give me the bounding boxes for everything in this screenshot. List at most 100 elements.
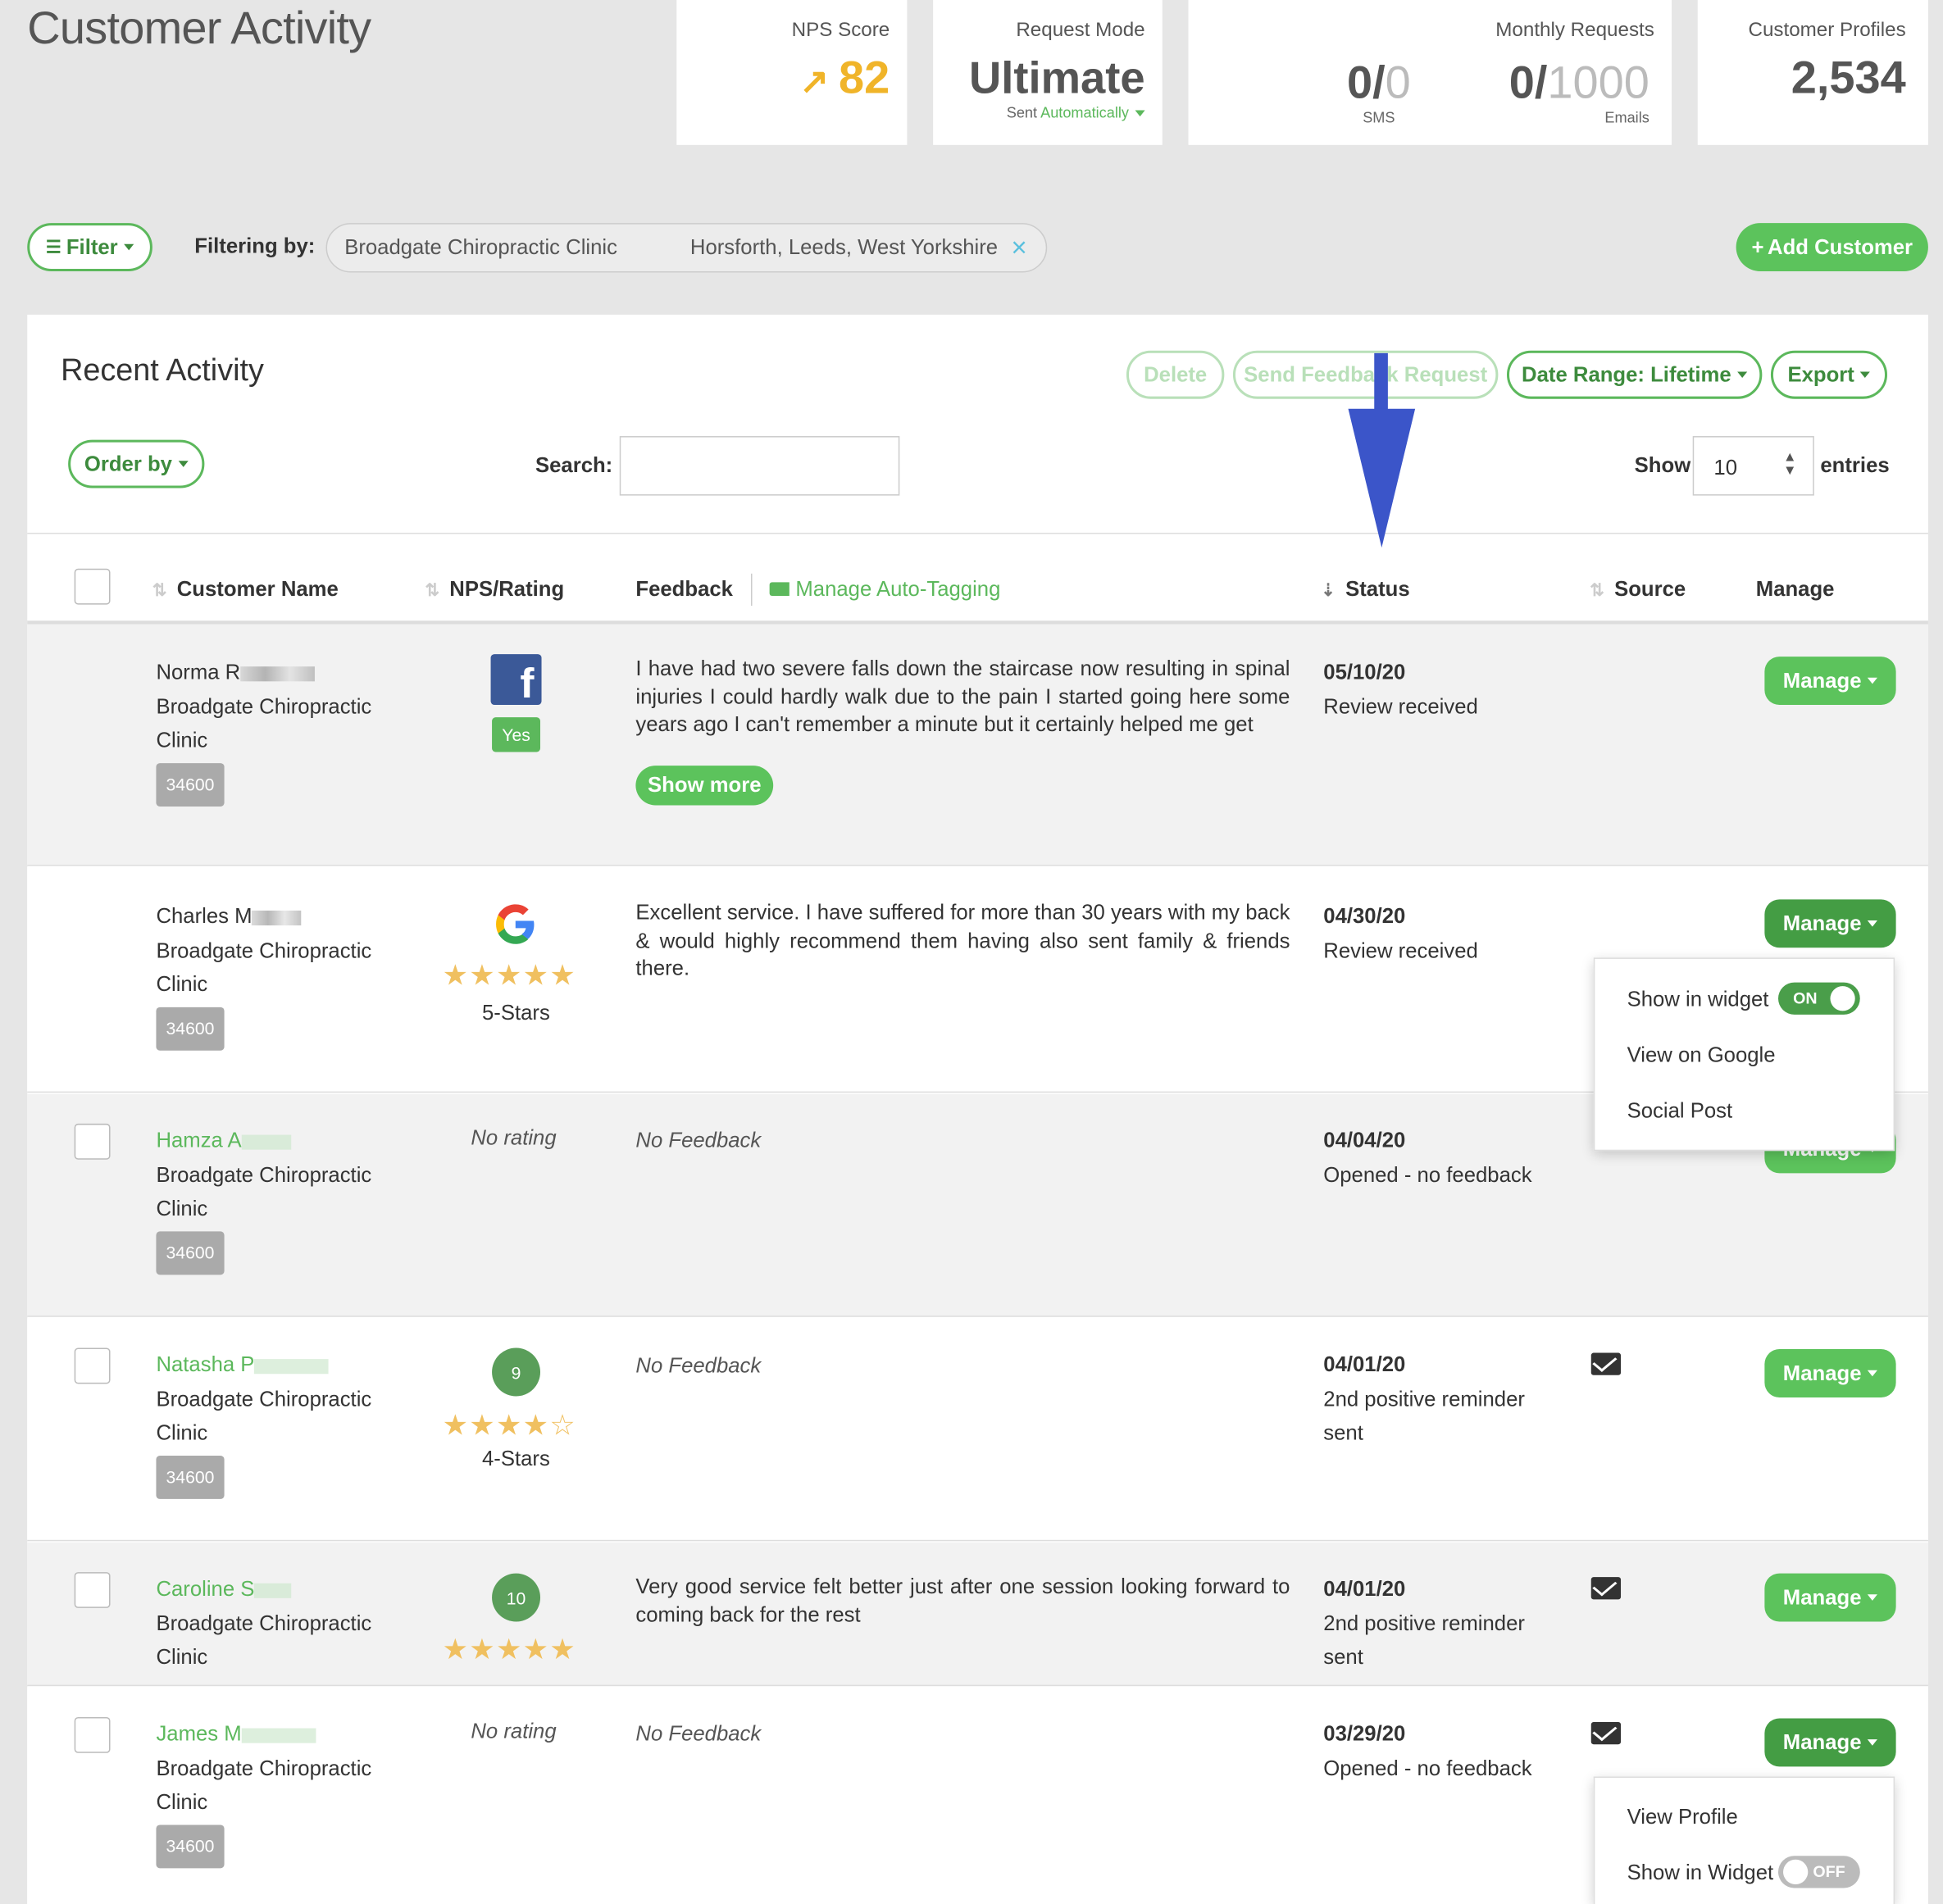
delete-button[interactable]: Delete (1126, 350, 1225, 399)
plus-icon: + (1751, 234, 1764, 259)
status-date: 04/04/20 (1323, 1128, 1406, 1152)
menu-item-view-profile[interactable]: View Profile (1627, 1805, 1738, 1829)
clinic-name: Broadgate Chiropractic (156, 694, 372, 718)
location-badge: 34600 (156, 1455, 225, 1499)
status-text: Review received (1323, 694, 1478, 718)
nps-score-badge: 9 (492, 1347, 541, 1397)
menu-item-show-in-widget[interactable]: Show in widget (1627, 988, 1769, 1012)
date-range-button[interactable]: Date Range: Lifetime (1506, 350, 1763, 399)
status-cell: 04/04/20 Opened - no feedback (1323, 1124, 1531, 1192)
manage-label: Manage (1782, 1361, 1862, 1385)
toggle-knob (1830, 986, 1855, 1011)
trend-up-icon: ↗ (799, 61, 829, 101)
manage-button[interactable]: Manage (1764, 1573, 1896, 1622)
sort-icon: ⇅ (1590, 579, 1604, 600)
nps-value: 82 (839, 52, 890, 103)
star-rating: ★★★★★ (442, 958, 577, 992)
col-rating-label: NPS/Rating (449, 577, 565, 602)
customer-name[interactable]: Caroline S (156, 1577, 254, 1601)
menu-item-show-in-widget[interactable]: Show in Widget (1627, 1861, 1774, 1885)
col-nps-rating[interactable]: ⇅ NPS/Rating (425, 577, 564, 602)
col-source[interactable]: ⇅ Source (1590, 577, 1686, 602)
manage-button[interactable]: Manage (1764, 1718, 1896, 1767)
customer-cell: Charles M Broadgate Chiropractic Clinic 346… (156, 899, 371, 1051)
chevron-down-icon (124, 243, 134, 251)
row-checkbox[interactable] (74, 1123, 111, 1160)
nps-score-badge: 10 (492, 1573, 541, 1622)
close-icon[interactable]: × (1011, 232, 1026, 264)
chip-clinic: Broadgate Chiropractic Clinic (344, 235, 617, 259)
status-text: 2nd positive reminder (1323, 1387, 1525, 1411)
nps-label: NPS Score (791, 20, 890, 41)
clinic-name: Broadgate Chiropractic (156, 1387, 372, 1411)
status-cell: 04/01/20 2nd positive reminder sent (1323, 1572, 1525, 1675)
widget-toggle-on[interactable]: ON (1778, 982, 1860, 1015)
col-customer-name[interactable]: ⇅ Customer Name (152, 577, 339, 602)
feedback-text: Very good service felt better just after… (635, 1575, 1290, 1626)
sms-limit: 0 (1385, 57, 1411, 108)
status-date: 03/29/20 (1323, 1721, 1406, 1746)
menu-item-view-on-google[interactable]: View on Google (1627, 1043, 1776, 1068)
status-text: 2nd positive reminder (1323, 1611, 1525, 1635)
email-icon (1590, 1721, 1622, 1745)
customer-cell: Natasha P Broadgate Chiropractic Clinic 346… (156, 1348, 371, 1499)
sent-mode-link: Automatically (1040, 103, 1129, 122)
chevron-down-icon (1135, 111, 1145, 117)
manage-label: Manage (1782, 1729, 1862, 1754)
select-all-checkbox[interactable] (74, 568, 111, 605)
status-date: 04/30/20 (1323, 904, 1406, 929)
sent-mode-dropdown[interactable]: Sent Automatically (933, 103, 1145, 122)
entries-label: entries (1820, 453, 1890, 477)
order-by-label: Order by (84, 451, 172, 475)
location-badge: 34600 (156, 762, 225, 807)
add-customer-label: Add Customer (1768, 234, 1913, 259)
col-status[interactable]: ⇣ Status (1321, 577, 1409, 602)
search-input[interactable] (619, 436, 900, 496)
filter-chip[interactable]: Broadgate Chiropractic Clinic Horsforth,… (325, 223, 1048, 273)
col-status-label: Status (1345, 577, 1410, 602)
customer-name[interactable]: Charles M (156, 904, 252, 928)
manage-button[interactable]: Manage (1764, 1349, 1896, 1397)
status-text-cont: sent (1323, 1420, 1363, 1445)
filter-button[interactable]: ☰ Filter (27, 223, 152, 272)
chevron-up-icon (1868, 920, 1878, 927)
col-name-label: Customer Name (176, 577, 339, 602)
export-button[interactable]: Export (1770, 350, 1888, 399)
row-checkbox[interactable] (74, 1572, 111, 1608)
chevron-down-icon (178, 461, 189, 467)
manage-label: Manage (1782, 668, 1862, 693)
show-label: Show (1634, 453, 1691, 477)
status-text: Opened - no feedback (1323, 1162, 1532, 1187)
manage-button[interactable]: Manage (1764, 899, 1896, 948)
email-counter: 0/1000 Emails (1509, 57, 1650, 127)
sort-desc-icon: ⇣ (1321, 579, 1336, 600)
order-by-button[interactable]: Order by (68, 439, 205, 488)
row-checkbox[interactable] (74, 1347, 111, 1384)
show-more-button[interactable]: Show more (635, 766, 774, 806)
customer-profiles-value: 2,534 (1791, 52, 1906, 103)
clinic-name-cont: Clinic (156, 1645, 208, 1669)
manage-button[interactable]: Manage (1764, 657, 1896, 706)
sms-counter: 0/0 SMS (1347, 57, 1411, 127)
redacted-surname (240, 666, 315, 681)
customer-name[interactable]: Norma R (156, 661, 240, 684)
row-checkbox[interactable] (74, 1716, 111, 1753)
manage-dropdown-menu: View Profile Show in Widget OFF (1593, 1776, 1895, 1904)
customer-name[interactable]: James M (156, 1722, 241, 1746)
toggle-label: OFF (1813, 1861, 1845, 1881)
add-customer-button[interactable]: + Add Customer (1736, 223, 1928, 272)
entries-select[interactable]: 10 ▲ ▼ (1692, 436, 1814, 496)
redacted-surname (252, 910, 303, 925)
email-used: 0/ (1508, 57, 1548, 108)
manage-auto-tagging-link[interactable]: Manage Auto-Tagging (769, 577, 1000, 602)
col-feedback: Feedback (635, 577, 733, 602)
no-rating: No rating (471, 1125, 557, 1150)
tag-icon (769, 582, 789, 597)
panel-title: Recent Activity (61, 352, 264, 389)
customer-name[interactable]: Natasha P (156, 1353, 254, 1377)
widget-toggle-off[interactable]: OFF (1778, 1856, 1860, 1888)
clinic-name-cont: Clinic (156, 1790, 208, 1814)
menu-item-social-post[interactable]: Social Post (1627, 1099, 1733, 1124)
email-icon (1590, 1352, 1622, 1375)
customer-name[interactable]: Hamza A (156, 1129, 241, 1152)
